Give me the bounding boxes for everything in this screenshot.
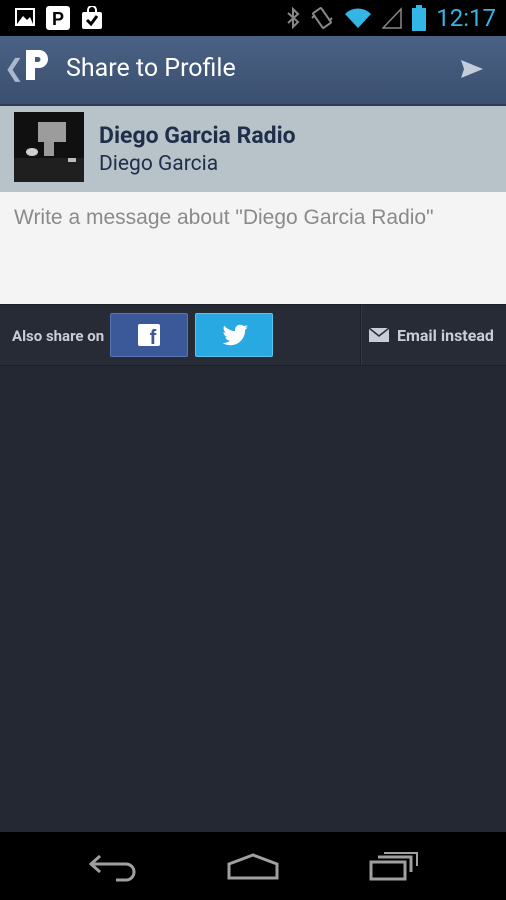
navigation-bar [0, 832, 506, 900]
twitter-share-button[interactable] [195, 313, 273, 357]
station-artist: Diego Garcia [99, 152, 219, 176]
station-title: Diego Garcia Radio [99, 122, 296, 149]
system-icons: 12:17 [286, 4, 496, 32]
station-header: Diego Garcia Radio Diego Garcia [0, 106, 506, 192]
action-bar: ❮ Share to Profile [0, 36, 506, 106]
signal-icon [382, 7, 402, 29]
back-icon[interactable] [88, 852, 138, 882]
message-area [0, 192, 506, 304]
album-art-image [14, 112, 84, 182]
vibrate-icon [311, 7, 333, 29]
status-bar: P 12:17 [0, 0, 506, 36]
shopping-bag-check-icon [82, 6, 102, 29]
also-share-label: Also share on [12, 327, 105, 345]
facebook-share-button[interactable]: f [110, 313, 188, 357]
parking-icon: P [46, 6, 70, 30]
parking-icon-letter: P [52, 9, 64, 29]
email-instead-label: Email instead [397, 325, 494, 345]
recent-apps-icon[interactable] [368, 852, 420, 882]
up-chevron-icon[interactable]: ❮ [4, 54, 24, 82]
message-input[interactable] [14, 206, 494, 296]
pandora-logo-icon[interactable] [24, 46, 52, 86]
gallery-icon [15, 8, 35, 26]
wifi-icon [345, 8, 372, 28]
home-icon[interactable] [226, 852, 280, 882]
battery-icon [412, 5, 427, 31]
facebook-glyph: f [150, 327, 157, 349]
page-title: Share to Profile [66, 54, 236, 83]
bluetooth-icon [287, 6, 300, 30]
notification-icons: P [14, 6, 104, 30]
album-art [14, 112, 84, 182]
email-instead-button[interactable]: Email instead [369, 305, 506, 365]
envelope-icon [369, 328, 389, 342]
status-time: 12:17 [436, 4, 496, 32]
facebook-icon: f [138, 324, 160, 349]
share-divider [360, 305, 361, 365]
share-bar: Also share on f Email instead [0, 304, 506, 366]
send-icon[interactable] [460, 58, 484, 80]
twitter-bird-icon [222, 324, 248, 346]
